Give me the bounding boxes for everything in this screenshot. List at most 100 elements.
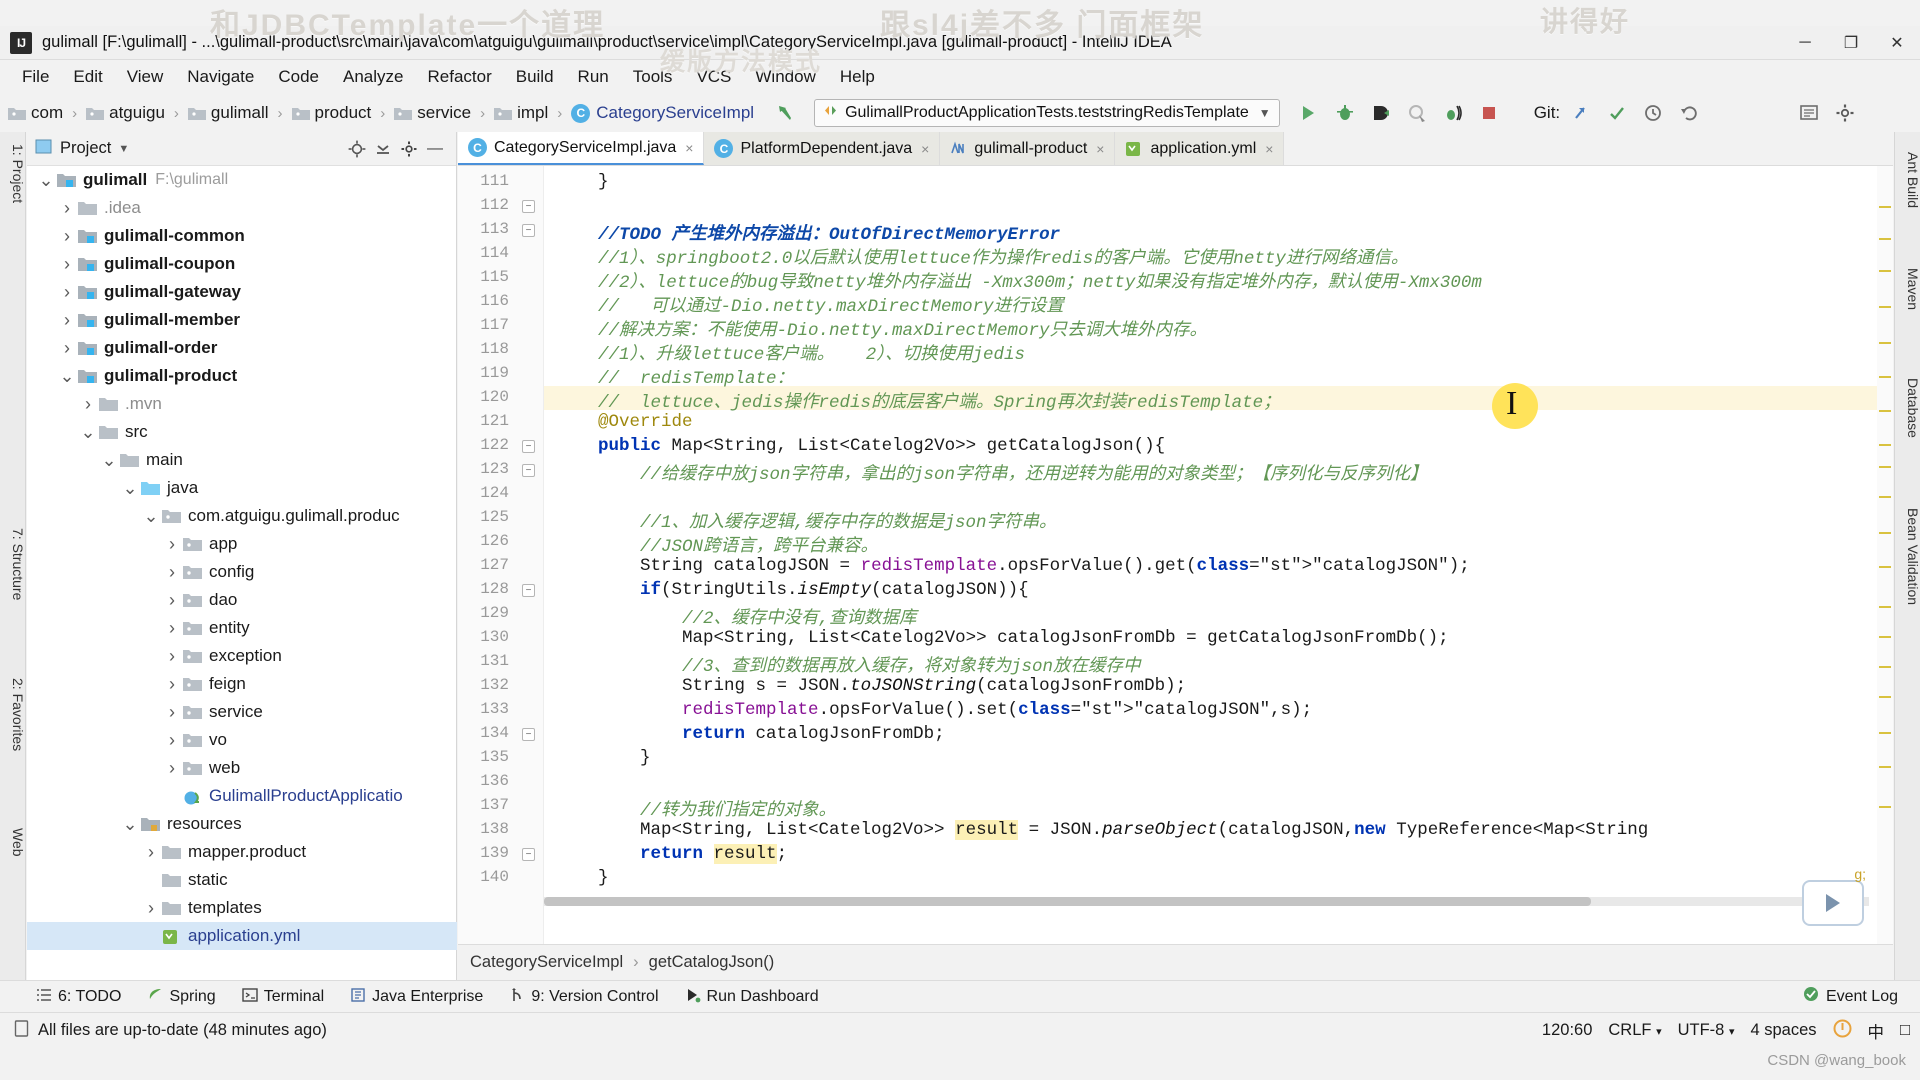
tree-node-gulimallproductapplicatio[interactable]: GulimallProductApplicatio xyxy=(27,782,457,810)
chevron-right-icon[interactable]: › xyxy=(161,618,183,639)
breadcrumb-item-product[interactable]: product xyxy=(290,101,374,125)
editor-gutter[interactable]: 111 112 113 114 115 116 117 118 119 120 121 122 123 1… xyxy=(458,166,544,944)
breadcrumb-item-gulimall[interactable]: gulimall xyxy=(186,101,271,125)
ime-icon[interactable] xyxy=(1833,1019,1852,1043)
tool-window-terminal[interactable]: Terminal xyxy=(241,987,324,1006)
sidebar-tab-favorites[interactable]: 2: Favorites xyxy=(0,672,26,757)
tool-window-9-version-control[interactable]: 9: Version Control xyxy=(509,987,659,1006)
locate-icon[interactable] xyxy=(344,136,370,162)
update-project-icon[interactable] xyxy=(1566,98,1596,128)
tree-node-service[interactable]: › service xyxy=(27,698,457,726)
chevron-down-icon[interactable]: ▼ xyxy=(1259,106,1271,120)
chevron-down-icon[interactable]: ⌄ xyxy=(140,507,162,525)
stripe-marker[interactable] xyxy=(1879,732,1891,734)
tool-window-spring[interactable]: Spring xyxy=(147,987,216,1006)
chevron-right-icon[interactable]: › xyxy=(77,394,99,415)
close-button[interactable]: ✕ xyxy=(1874,26,1920,60)
tree-node-entity[interactable]: › entity xyxy=(27,614,457,642)
breadcrumb-item-impl[interactable]: impl xyxy=(492,101,550,125)
chevron-right-icon[interactable]: › xyxy=(161,730,183,751)
tree-node-app[interactable]: › app xyxy=(27,530,457,558)
chevron-right-icon[interactable]: › xyxy=(140,898,162,919)
run-icon[interactable] xyxy=(1294,98,1324,128)
chevron-down-icon[interactable]: ⌄ xyxy=(119,479,141,497)
chevron-right-icon[interactable]: › xyxy=(140,842,162,863)
chevron-right-icon[interactable]: › xyxy=(161,534,183,555)
tree-node-feign[interactable]: › feign xyxy=(27,670,457,698)
stripe-marker[interactable] xyxy=(1879,376,1891,378)
fold-marker[interactable]: − xyxy=(522,464,535,477)
tree-node-application-yml[interactable]: application.yml xyxy=(27,922,457,950)
editor-tab-application-yml[interactable]: application.yml × xyxy=(1115,132,1285,165)
minimize-button[interactable]: ─ xyxy=(1782,26,1828,60)
back-arrow-icon[interactable] xyxy=(770,98,800,128)
chevron-right-icon[interactable]: › xyxy=(56,226,78,247)
tree-node-dao[interactable]: › dao xyxy=(27,586,457,614)
run-configuration-selector[interactable]: GulimallProductApplicationTests.teststri… xyxy=(814,99,1280,127)
history-icon[interactable] xyxy=(1638,98,1668,128)
ime-language[interactable]: 中 xyxy=(1868,1019,1885,1043)
fold-marker[interactable]: − xyxy=(522,224,535,237)
tool-window-6-todo[interactable]: 6: TODO xyxy=(36,987,121,1006)
stripe-marker[interactable] xyxy=(1879,466,1891,468)
tree-node-gulimall-common[interactable]: › gulimall-common xyxy=(27,222,457,250)
chevron-right-icon[interactable]: › xyxy=(56,254,78,275)
hide-icon[interactable]: — xyxy=(422,136,448,162)
ime-extra[interactable]: □ xyxy=(1900,1021,1910,1040)
menu-item-analyze[interactable]: Analyze xyxy=(331,63,415,91)
stripe-marker[interactable] xyxy=(1879,270,1891,272)
sidebar-tab-structure[interactable]: 7: Structure xyxy=(0,522,26,606)
chevron-right-icon[interactable]: › xyxy=(161,590,183,611)
caret-position[interactable]: 120:60 xyxy=(1542,1021,1592,1040)
stripe-marker[interactable] xyxy=(1879,606,1891,608)
breadcrumb-item-categoryserviceimpl[interactable]: C CategoryServiceImpl xyxy=(569,101,756,125)
stripe-marker[interactable] xyxy=(1879,806,1891,808)
stripe-marker[interactable] xyxy=(1879,496,1891,498)
profiler-icon[interactable] xyxy=(1402,98,1432,128)
attach-debugger-icon[interactable] xyxy=(1438,98,1468,128)
editor-tab-gulimall-product[interactable]: gulimall-product × xyxy=(940,132,1116,165)
tree-node-src[interactable]: ⌄ src xyxy=(27,418,457,446)
rollback-icon[interactable] xyxy=(1674,98,1704,128)
chevron-right-icon[interactable]: › xyxy=(161,702,183,723)
menu-item-run[interactable]: Run xyxy=(566,63,621,91)
chevron-right-icon[interactable]: › xyxy=(161,562,183,583)
editor-breadcrumb-class[interactable]: CategoryServiceImpl xyxy=(470,953,623,972)
tree-node-gulimall-gateway[interactable]: › gulimall-gateway xyxy=(27,278,457,306)
close-icon[interactable]: × xyxy=(685,140,693,156)
code-text[interactable]: } //TODO 产生堆外内存溢出：OutOfDirectMemoryError… xyxy=(544,166,1893,944)
event-log-button[interactable]: Event Log xyxy=(1803,986,1898,1007)
tree-node-java[interactable]: ⌄ java xyxy=(27,474,457,502)
chevron-down-icon[interactable]: ▼ xyxy=(118,143,129,155)
chevron-right-icon[interactable]: › xyxy=(161,758,183,779)
tree-node--mvn[interactable]: › .mvn xyxy=(27,390,457,418)
stripe-marker[interactable] xyxy=(1879,636,1891,638)
sidebar-tab-maven[interactable]: Maven xyxy=(1895,262,1920,316)
tool-window-run-dashboard[interactable]: Run Dashboard xyxy=(685,987,819,1006)
editor-breadcrumb-method[interactable]: getCatalogJson() xyxy=(649,953,775,972)
stripe-marker[interactable] xyxy=(1879,410,1891,412)
stripe-marker[interactable] xyxy=(1879,206,1891,208)
editor-tab-platformdependent-java[interactable]: C PlatformDependent.java × xyxy=(704,132,941,165)
sidebar-tab-ant-build[interactable]: Ant Build xyxy=(1895,146,1920,214)
editor-horizontal-scrollbar[interactable] xyxy=(544,897,1869,906)
close-icon[interactable]: × xyxy=(921,141,929,157)
tree-node-web[interactable]: › web xyxy=(27,754,457,782)
chevron-right-icon[interactable]: › xyxy=(56,338,78,359)
menu-item-build[interactable]: Build xyxy=(504,63,566,91)
menu-item-navigate[interactable]: Navigate xyxy=(175,63,266,91)
collapse-all-icon[interactable] xyxy=(370,136,396,162)
tree-node-gulimall-coupon[interactable]: › gulimall-coupon xyxy=(27,250,457,278)
chevron-down-icon[interactable]: ⌄ xyxy=(35,171,57,189)
tree-node-gulimall-member[interactable]: › gulimall-member xyxy=(27,306,457,334)
editor-tab-categoryserviceimpl-java[interactable]: C CategoryServiceImpl.java × xyxy=(458,132,705,165)
stripe-marker[interactable] xyxy=(1879,666,1891,668)
tree-node-gulimall[interactable]: ⌄ gulimall F:\gulimall xyxy=(27,166,457,194)
stripe-marker[interactable] xyxy=(1879,306,1891,308)
debug-icon[interactable] xyxy=(1330,98,1360,128)
breadcrumb-item-atguigu[interactable]: atguigu xyxy=(84,101,167,125)
tree-node-main[interactable]: ⌄ main xyxy=(27,446,457,474)
stripe-marker[interactable] xyxy=(1879,696,1891,698)
menu-item-refactor[interactable]: Refactor xyxy=(415,63,503,91)
tree-node-config[interactable]: › config xyxy=(27,558,457,586)
